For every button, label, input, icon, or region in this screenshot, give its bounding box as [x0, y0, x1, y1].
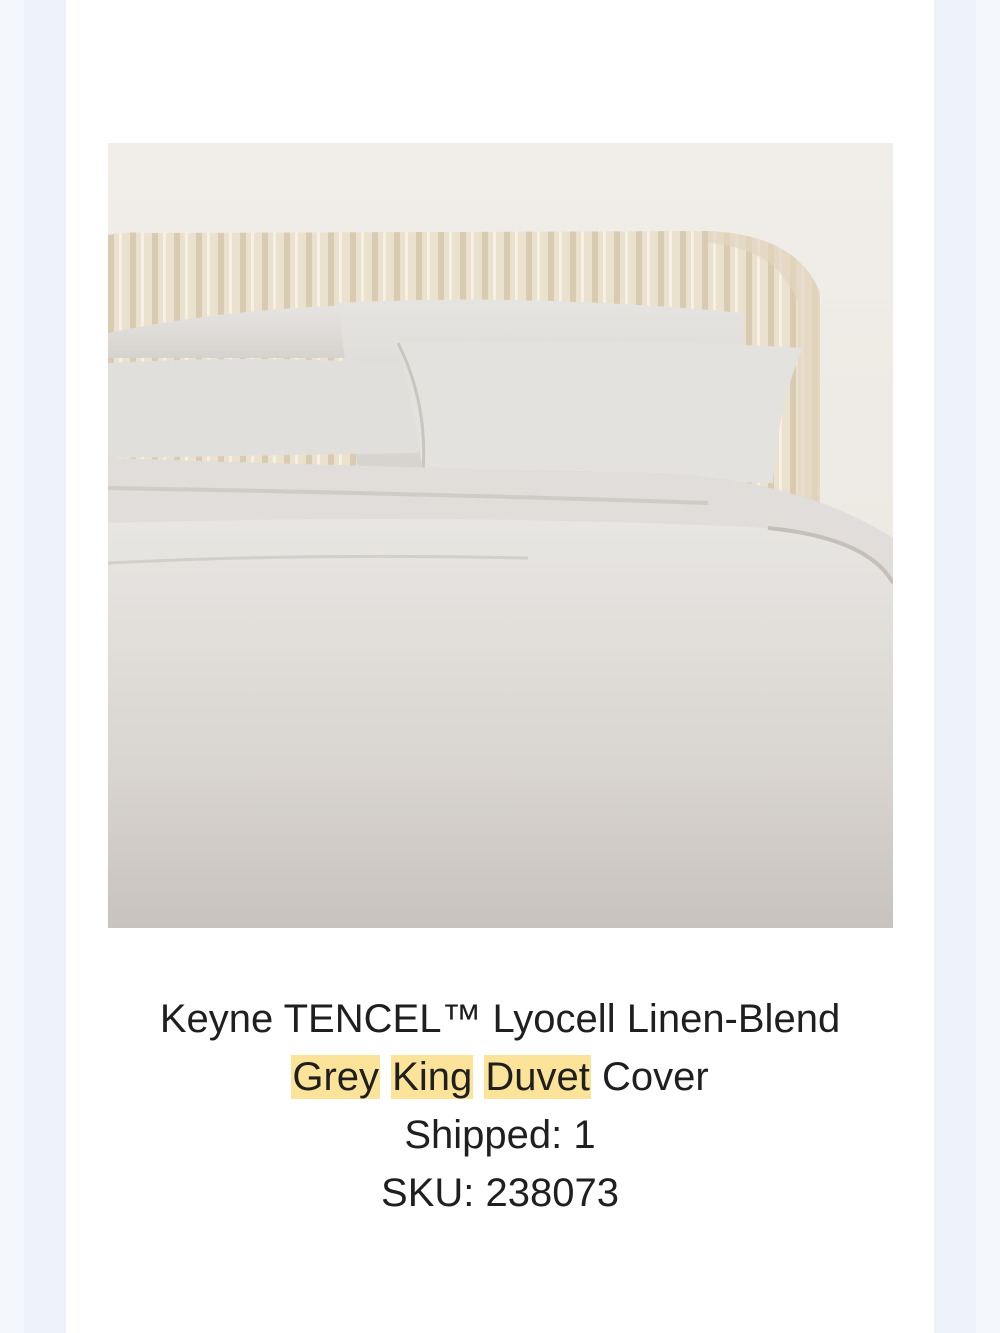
highlighted-word: Duvet [484, 1055, 591, 1099]
shipped-quantity: Shipped: 1 [404, 1113, 596, 1157]
product-sku: SKU: 238073 [381, 1171, 619, 1215]
highlighted-word: Grey [291, 1055, 381, 1099]
left-gutter [0, 0, 24, 1333]
bed-illustration [108, 143, 893, 928]
product-title-line-2[interactable]: Grey King Duvet Cover [66, 1048, 934, 1106]
highlighted-word: King [391, 1055, 474, 1099]
order-item-panel: Keyne TENCEL™ Lyocell Linen-Blend Grey K… [66, 0, 934, 1333]
title-word: Cover [601, 1055, 709, 1099]
right-gutter [976, 0, 1000, 1333]
product-title-line-1[interactable]: Keyne TENCEL™ Lyocell Linen-Blend [66, 990, 934, 1048]
product-image[interactable] [108, 143, 893, 928]
product-info: Keyne TENCEL™ Lyocell Linen-Blend Grey K… [66, 990, 934, 1222]
